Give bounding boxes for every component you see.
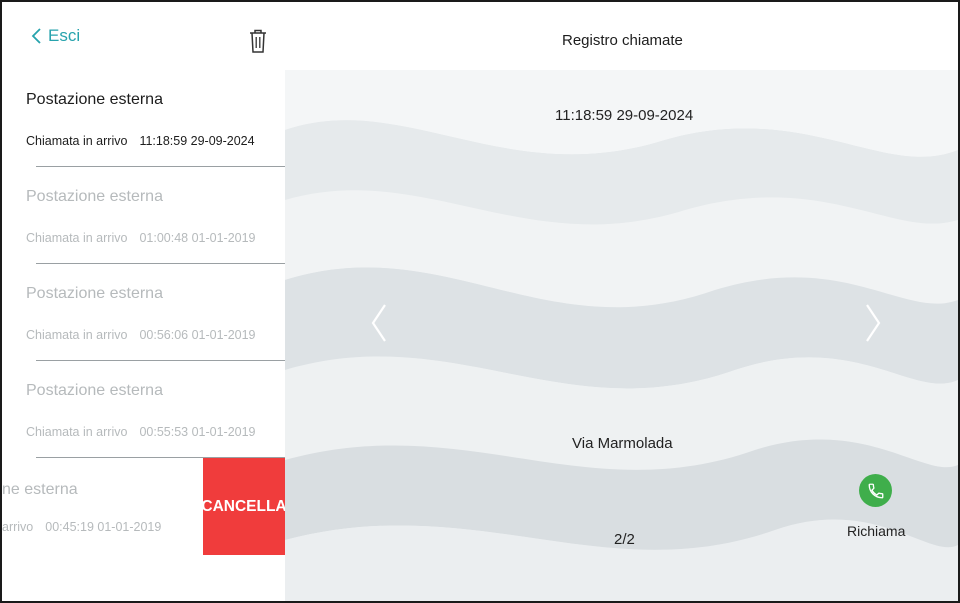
- entry-time: 00:45:19 01-01-2019: [45, 520, 162, 534]
- chevron-left-icon[interactable]: [369, 302, 389, 344]
- page-indicator: 2/2: [614, 531, 635, 548]
- entry-type: arrivo: [2, 520, 34, 534]
- callback-label[interactable]: Richiama: [847, 523, 905, 539]
- entry-name: Postazione esterna: [26, 382, 163, 399]
- entry-time: 00:55:53 01-01-2019: [139, 425, 256, 439]
- entry-name: Postazione esterna: [26, 188, 163, 205]
- back-label: Esci: [48, 26, 81, 45]
- list-item-swiped[interactable]: ne esterna arrivo 00:45:19 01-01-2019 CAN…: [2, 458, 285, 555]
- swiped-entry-content[interactable]: ne esterna arrivo 00:45:19 01-01-2019: [2, 458, 203, 555]
- back-button[interactable]: Esci: [30, 26, 80, 46]
- entry-type: Chiamata in arrivo: [26, 231, 128, 245]
- entry-time: 11:18:59 29-09-2024: [139, 134, 255, 148]
- entry-name: Postazione esterna: [26, 91, 163, 108]
- caller-name: Via Marmolada: [572, 435, 673, 452]
- call-timestamp: 11:18:59 29-09-2024: [555, 107, 694, 124]
- entry-type: Chiamata in arrivo: [26, 134, 128, 148]
- delete-button[interactable]: CANCELLA: [201, 458, 285, 555]
- entry-name: ne esterna: [2, 481, 78, 498]
- page-title: Registro chiamate: [562, 32, 683, 49]
- app-window: 11:18:59 29-09-2024 Via Marmolada 2/2 Ri…: [0, 0, 960, 603]
- entry-detail: Chiamata in arrivo 01:00:48 01-01-2019: [26, 231, 256, 245]
- entry-name: Postazione esterna: [26, 285, 163, 302]
- entry-time: 01:00:48 01-01-2019: [139, 231, 256, 245]
- call-detail-panel: 11:18:59 29-09-2024 Via Marmolada 2/2 Ri…: [285, 70, 958, 601]
- phone-icon: [868, 483, 883, 498]
- call-log-list: Postazione esterna Chiamata in arrivo 11:…: [2, 70, 285, 555]
- callback-button[interactable]: [859, 474, 892, 507]
- chevron-left-icon: [31, 28, 41, 44]
- entry-type: Chiamata in arrivo: [26, 425, 128, 439]
- trash-icon[interactable]: [248, 28, 268, 54]
- header-bar: Esci Registro chiamate: [2, 2, 958, 70]
- entry-detail: Chiamata in arrivo 00:56:06 01-01-2019: [26, 328, 256, 342]
- list-item[interactable]: Postazione esterna Chiamata in arrivo 11:…: [2, 70, 285, 167]
- list-item[interactable]: Postazione esterna Chiamata in arrivo 01:…: [2, 167, 285, 264]
- entry-detail: arrivo 00:45:19 01-01-2019: [2, 520, 161, 534]
- list-item[interactable]: Postazione esterna Chiamata in arrivo 00:…: [2, 264, 285, 361]
- entry-detail: Chiamata in arrivo 11:18:59 29-09-2024: [26, 134, 255, 148]
- list-item[interactable]: Postazione esterna Chiamata in arrivo 00:…: [2, 361, 285, 458]
- entry-type: Chiamata in arrivo: [26, 328, 128, 342]
- chevron-right-icon[interactable]: [863, 302, 883, 344]
- entry-detail: Chiamata in arrivo 00:55:53 01-01-2019: [26, 425, 256, 439]
- entry-time: 00:56:06 01-01-2019: [139, 328, 256, 342]
